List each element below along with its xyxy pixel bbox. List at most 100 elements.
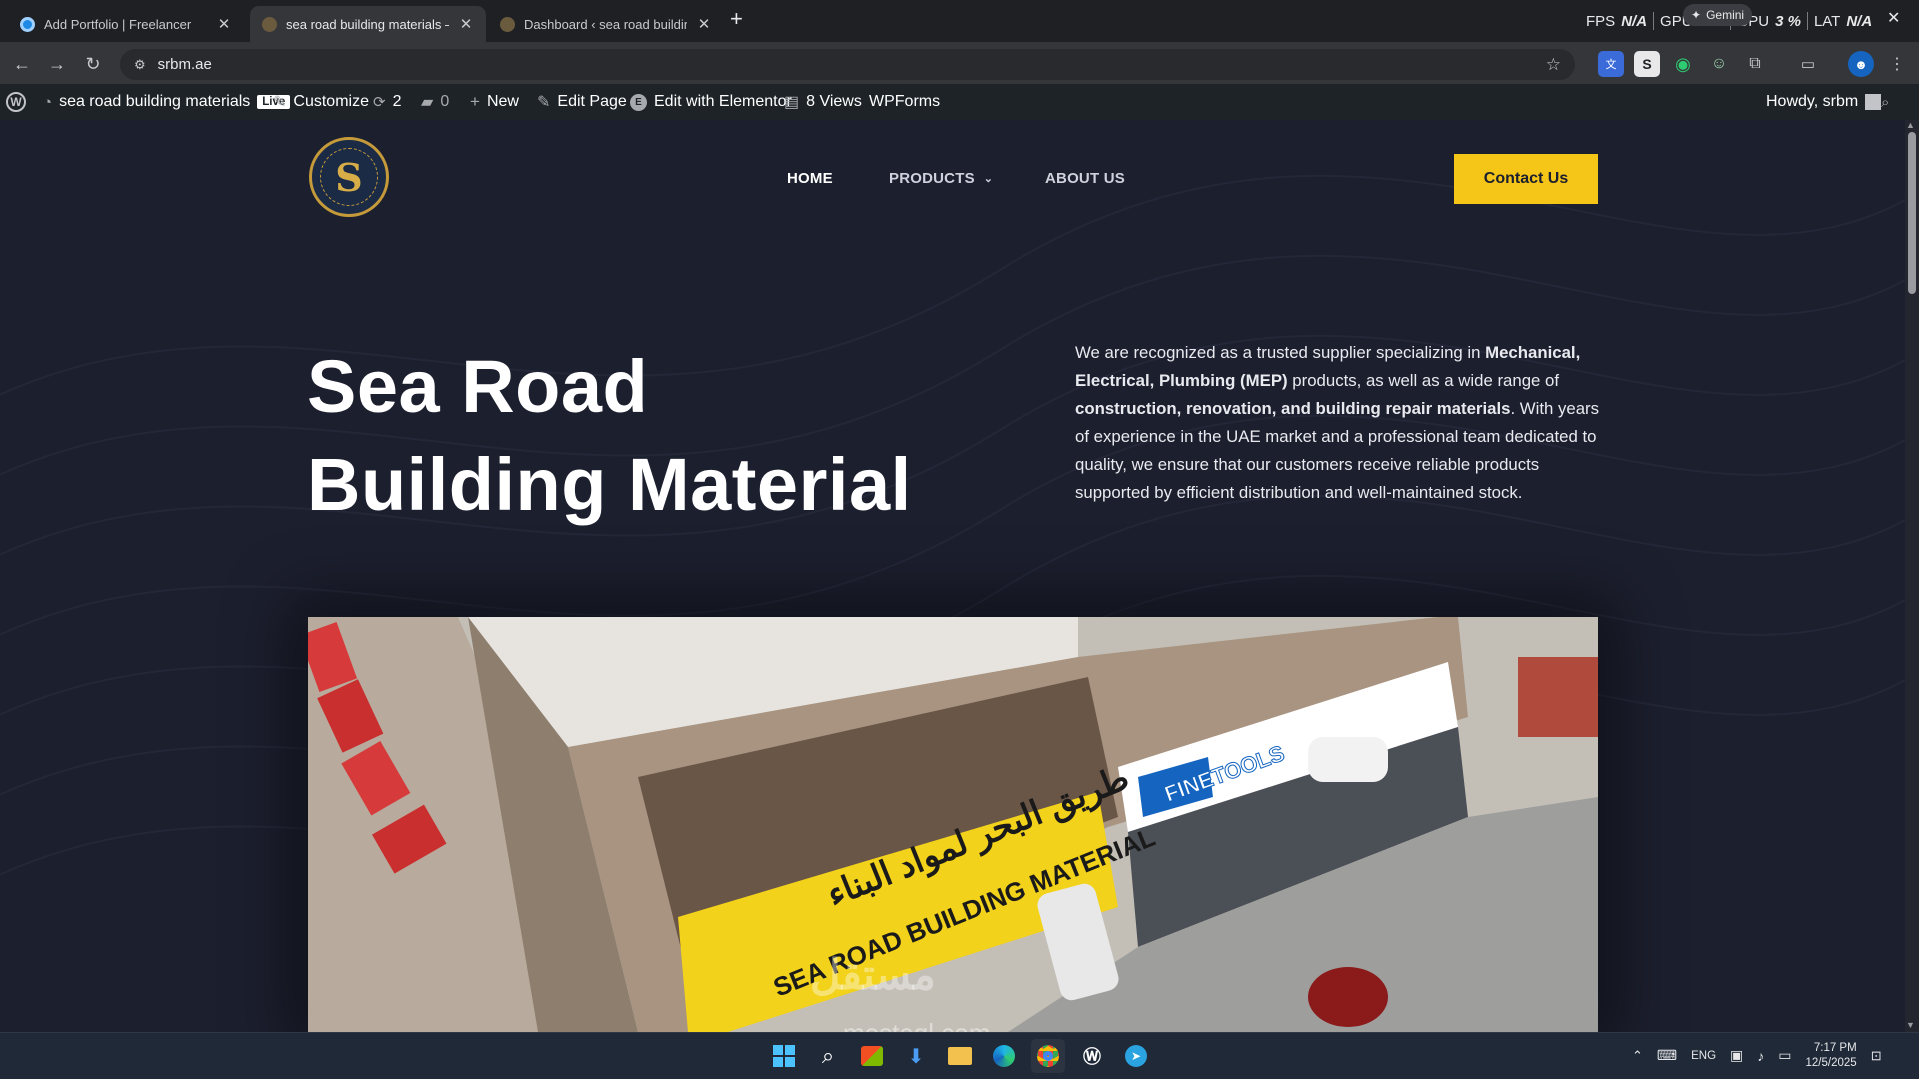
network-icon[interactable]: ▣ [1730,1047,1743,1064]
dashboard-gauge-icon: ◔ [43,93,53,111]
pencil-icon: ✎ [537,94,551,111]
wp-customize-link[interactable]: ✎ Customize [273,84,369,120]
gemini-button[interactable]: ✦ Gemini [1683,4,1753,26]
chrome-browser-icon[interactable] [1031,1039,1065,1073]
gemini-label: Gemini [1706,8,1745,22]
site-info-icon[interactable]: ⚙ [134,57,146,73]
contact-us-button[interactable]: Contact Us [1454,154,1598,204]
scroll-down-icon[interactable]: ▼ [1906,1020,1915,1030]
close-window-icon[interactable]: ✕ [1887,8,1900,28]
tray-overflow-chevron-icon[interactable]: ⌃ [1632,1048,1643,1064]
wp-updates-link[interactable]: ⟳ 2 [373,84,401,120]
edge-browser-icon[interactable] [987,1039,1021,1073]
wp-views-link[interactable]: ▤ 8 Views [784,84,862,120]
battery-icon[interactable]: ▭ [1778,1047,1791,1064]
bookmark-star-icon[interactable]: ☆ [1546,55,1561,75]
fps-label: FPS [1586,12,1616,30]
hero-title-line2: Building Material [307,443,912,526]
tab-freelancer[interactable]: Add Portfolio | Freelancer ✕ [8,6,244,42]
download-app-icon[interactable]: ⬇ [899,1039,933,1073]
nav-home[interactable]: HOME [787,170,833,187]
extensions-puzzle-icon[interactable]: ⧉ [1742,51,1768,77]
close-tab-icon[interactable]: ✕ [458,15,474,33]
forward-arrow-icon[interactable]: → [44,51,70,77]
site-favicon-icon [262,16,277,32]
wp-edit-page-link[interactable]: ✎ Edit Page [537,84,627,120]
wp-site-name-menu[interactable]: ◔ sea road building materials Live [43,84,291,120]
lat-value: N/A [1846,12,1873,30]
tab-dashboard[interactable]: Dashboard ‹ sea road building ✕ [488,6,724,42]
tab-search-icon[interactable]: ▭ [1795,51,1821,77]
wp-logo-menu[interactable]: W [6,84,26,120]
close-tab-icon[interactable]: ✕ [216,15,232,33]
fps-value: N/A [1621,12,1648,30]
plus-icon: + [470,92,480,111]
elementor-label: Edit with Elementor [654,93,792,110]
divider [1653,12,1655,30]
wp-search-icon[interactable]: ⌕ [1881,84,1889,120]
wp-comments-link[interactable]: ▰ 0 [421,84,449,120]
clock-date: 12/5/2025 [1805,1056,1857,1069]
freelancer-favicon-icon [20,16,35,32]
browser-menu-icon[interactable]: ⋮ [1884,51,1910,77]
nav-about-us[interactable]: ABOUT US [1045,170,1125,187]
divider [1806,12,1808,30]
nav-products[interactable]: PRODUCTS ⌄ [889,170,993,187]
watermark-arabic: مستقل [810,951,936,998]
scroll-up-icon[interactable]: ▲ [1906,120,1915,130]
comments-count: 0 [440,93,450,110]
whatsapp-app-icon[interactable]: Ⓦ [1075,1039,1109,1073]
reload-icon[interactable]: ↻ [80,51,106,77]
clock[interactable]: 7:17 PM 12/5/2025 [1806,1041,1857,1071]
tab-title: sea road building materials – se [286,16,449,32]
microsoft-store-icon[interactable] [855,1039,889,1073]
windows-start-icon[interactable] [767,1039,801,1073]
file-explorer-icon[interactable] [943,1039,977,1073]
gemini-sparkle-icon: ✦ [1691,8,1702,22]
scrollbar-thumb[interactable] [1908,132,1916,294]
site-logo[interactable]: S [309,137,389,217]
chevron-down-icon: ⌄ [983,173,994,185]
notification-bell-icon[interactable]: ⊡ [1871,1048,1882,1064]
aerial-shop-illustration: طريق البحر لمواد البناء SEA ROAD BUILDIN… [308,617,1598,1032]
new-tab-button[interactable]: + [730,6,743,32]
keyboard-icon[interactable]: ⌨ [1657,1047,1677,1064]
logo-emblem: S [320,148,378,206]
updates-count: 2 [392,93,402,110]
telegram-app-icon[interactable]: ➤ [1119,1039,1153,1073]
howdy-label: Howdy, srbm [1766,93,1859,110]
user-avatar [1865,94,1882,110]
s-extension-icon[interactable]: S [1634,51,1660,77]
wp-elementor-link[interactable]: E Edit with Elementor [630,84,792,120]
wp-new-menu[interactable]: + New [470,84,519,120]
language-indicator[interactable]: ENG [1691,1050,1716,1062]
robot-extension-icon[interactable]: ☺ [1706,51,1732,77]
back-arrow-icon[interactable]: ← [9,51,35,77]
desc-text: We are recognized as a trusted supplier … [1075,343,1486,362]
updates-refresh-icon: ⟳ [373,94,386,111]
clock-time: 7:17 PM [1813,1041,1857,1054]
address-bar[interactable]: ⚙ srbm.ae ☆ [120,49,1575,80]
green-extension-icon[interactable]: ◉ [1670,51,1696,77]
edit-page-label: Edit Page [557,93,627,110]
views-chart-icon: ▤ [784,94,800,111]
tab-title: Add Portfolio | Freelancer [44,16,192,32]
screen: Add Portfolio | Freelancer ✕ sea road bu… [0,0,1919,1079]
wp-wpforms-link[interactable]: WPForms [869,84,940,120]
site-favicon-icon [500,16,515,32]
cpu-value: 3 % [1775,12,1801,30]
taskbar-search-icon[interactable]: ⌕ [811,1039,845,1073]
elementor-icon: E [630,93,647,111]
new-label: New [486,93,519,110]
tab-sea-road[interactable]: sea road building materials – se ✕ [250,6,486,42]
customize-label: Customize [293,93,369,110]
wpforms-label: WPForms [869,93,941,110]
translate-extension-icon[interactable]: 文 [1598,51,1624,77]
system-tray: ⌃ ⌨ ENG ▣ ♪ ▭ 7:17 PM 12/5/2025 ⊡ [1632,1032,1882,1079]
wp-account-menu[interactable]: Howdy, srbm [1766,84,1882,120]
paintbrush-icon: ✎ [273,94,287,111]
close-tab-icon[interactable]: ✕ [696,15,712,33]
url-text: srbm.ae [157,56,212,73]
profile-avatar-icon[interactable]: ☻ [1848,51,1874,77]
volume-icon[interactable]: ♪ [1757,1048,1764,1064]
